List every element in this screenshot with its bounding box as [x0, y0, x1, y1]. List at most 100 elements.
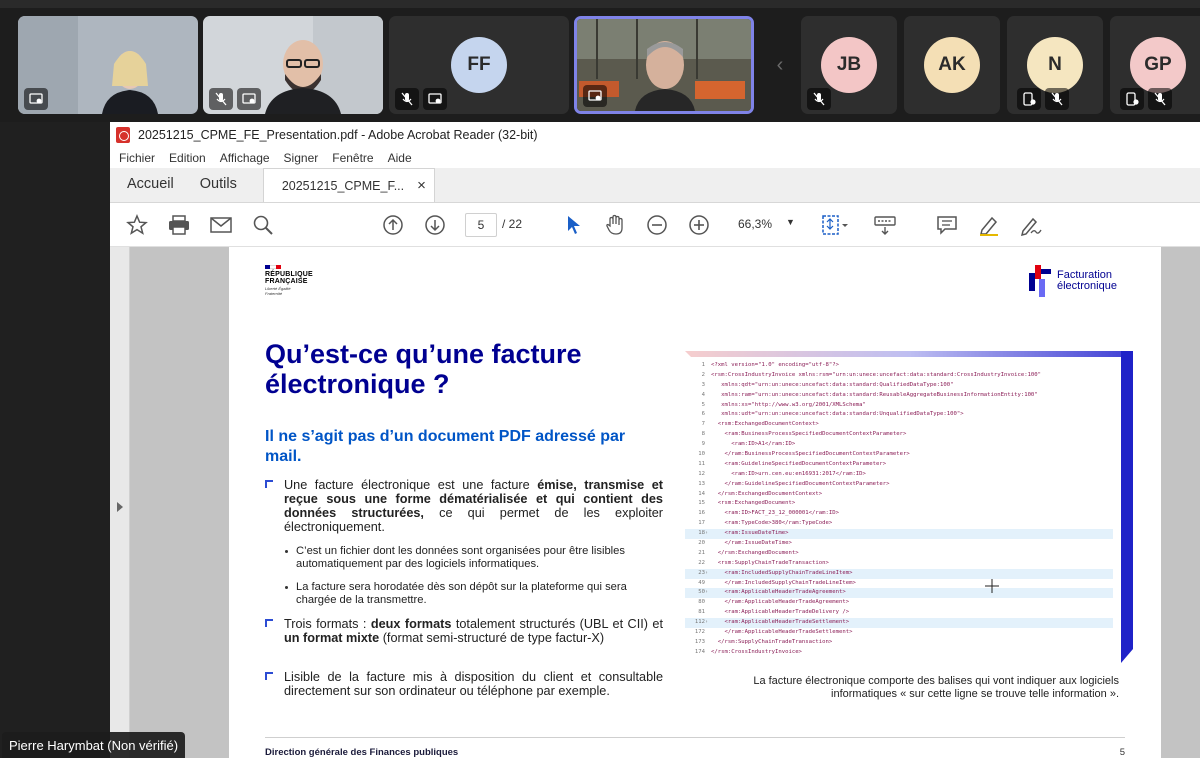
highlight-icon[interactable] — [976, 212, 1002, 238]
code-line-number: 10 — [698, 451, 705, 458]
code-line-number: 2 — [701, 371, 705, 378]
bullet3-text: Lisible de la facture mis à disposition … — [284, 670, 663, 698]
page-down-icon[interactable] — [422, 212, 448, 238]
fe-mark-icon — [1029, 265, 1051, 297]
slide-title: Qu’est-ce qu’une facture électronique ? — [265, 339, 582, 399]
chevron-down-icon[interactable]: ▼ — [786, 217, 795, 227]
participant-tile-n[interactable]: N — [1007, 16, 1103, 114]
code-line: 21 </rsm:ExchangedDocument> — [685, 549, 1113, 559]
participant-tile-jb[interactable]: JB — [801, 16, 897, 114]
menu-signer[interactable]: Signer — [284, 151, 319, 165]
collapse-arrow-icon: › — [705, 530, 709, 537]
code-line: 3 xmlns:qdt="urn:un:unece:uncefact:data:… — [685, 381, 1113, 391]
participant-tile-ak[interactable]: AK — [904, 16, 1000, 114]
menu-fenetre[interactable]: Fenêtre — [332, 151, 373, 165]
code-line-text: xmlns:qdt="urn:un:unece:uncefact:data:st… — [711, 381, 954, 388]
mic-muted-icon — [395, 88, 419, 110]
chevron-right-icon[interactable] — [117, 502, 123, 512]
crosshair-cursor-icon — [985, 579, 999, 593]
page-up-icon[interactable] — [380, 212, 406, 238]
code-line: 49 </ram:IncludedSupplyChainTradeLineIte… — [685, 579, 1113, 589]
code-line: 5 xmlns:xs="http://www.w3.org/2001/XMLSc… — [685, 401, 1113, 411]
code-line-number: 50 — [698, 589, 705, 596]
tab-accueil[interactable]: Accueil — [127, 176, 174, 202]
rf-motto: Liberté Égalité Fraternité — [265, 286, 291, 296]
acrobat-window: 20251215_CPME_FE_Presentation.pdf - Adob… — [110, 122, 1200, 758]
close-tab-icon[interactable]: × — [417, 177, 426, 194]
sub-bullet-2-text: La facture sera horodatée dès son dépôt … — [296, 581, 627, 606]
share-icon — [237, 88, 261, 110]
tab-outils[interactable]: Outils — [200, 176, 237, 202]
search-icon[interactable] — [250, 212, 276, 238]
sub-bullet-1-text: C’est un fichier dont les données sont o… — [296, 545, 625, 570]
code-line-number: 23 — [698, 569, 705, 576]
mic-muted-icon — [1045, 88, 1069, 110]
code-line-text: <rsm:CrossIndustryInvoice xmlns:rsm="urn… — [711, 371, 1042, 378]
collapse-arrow-icon: › — [705, 589, 709, 596]
star-icon[interactable] — [124, 212, 150, 238]
slide-subtitle: Il ne s’agit pas d’un document PDF adres… — [265, 428, 626, 465]
share-icon — [583, 85, 607, 107]
code-line-number: 17 — [698, 520, 705, 527]
rf-line1: RÉPUBLIQUE — [265, 271, 313, 278]
code-line-number: 21 — [698, 549, 705, 556]
code-line-text: <rsm:ExchangedDocumentContext> — [711, 421, 819, 428]
code-line-text: </rsm:ExchangedDocumentContext> — [711, 490, 823, 497]
mic-muted-icon — [807, 88, 831, 110]
code-line-number: 15 — [698, 500, 705, 507]
avatar: AK — [924, 37, 980, 93]
hand-tool-icon[interactable] — [602, 212, 628, 238]
code-line-number: 4 — [701, 391, 705, 398]
menu-fichier[interactable]: Fichier — [119, 151, 155, 165]
mail-icon[interactable] — [208, 212, 234, 238]
code-line-text: </ram:BusinessProcessSpecifiedDocumentCo… — [711, 451, 910, 458]
code-line: 13 </ram:GuidelineSpecifiedDocumentConte… — [685, 480, 1113, 490]
code-line-text: </ram:IssueDateTime> — [711, 540, 792, 547]
zoom-in-icon[interactable] — [686, 212, 712, 238]
avatar: FF — [451, 37, 507, 93]
code-line: 22 <rsm:SupplyChainTradeTransaction> — [685, 559, 1113, 569]
participant-tile-ff[interactable]: FF — [389, 16, 569, 114]
meeting-top-bar — [0, 0, 1200, 8]
fit-page-icon[interactable] — [820, 212, 850, 238]
code-line-text: <ram:ID>FACT_23_12_000001</ram:ID> — [711, 510, 839, 517]
menu-edition[interactable]: Edition — [169, 151, 206, 165]
rf-line2: FRANÇAISE — [265, 278, 308, 285]
code-line-text: </rsm:ExchangedDocument> — [711, 549, 799, 556]
code-line-text: </rsm:CrossIndustryInvoice> — [711, 648, 802, 655]
sign-icon[interactable] — [1018, 212, 1044, 238]
menu-aide[interactable]: Aide — [388, 151, 412, 165]
document-area: RÉPUBLIQUE FRANÇAISE Liberté Égalité Fra… — [110, 247, 1200, 758]
chevron-left-icon[interactable]: ‹ — [766, 16, 794, 114]
select-cursor-icon[interactable] — [562, 212, 586, 238]
acrobat-toolbar: 5 / 22 66,3% ▼ — [110, 203, 1200, 247]
code-line-text: xmlns:ram="urn:un:unece:uncefact:data:st… — [711, 391, 1038, 398]
code-line-text: <rsm:SupplyChainTradeTransaction> — [711, 559, 829, 566]
code-caption: La facture électronique comporte des bal… — [753, 675, 1119, 700]
bullet-definition: Une facture électronique est une facture… — [265, 478, 663, 534]
avatar: GP — [1130, 37, 1186, 93]
print-icon[interactable] — [166, 212, 192, 238]
zoom-level-select[interactable]: 66,3% — [738, 217, 772, 231]
page-number-input[interactable]: 5 — [465, 213, 497, 237]
sub-bullet-dot-icon — [285, 586, 288, 589]
keyboard-icon[interactable] — [872, 212, 898, 238]
code-line-text: </ram:ApplicableHeaderTradeAgreement> — [711, 599, 850, 606]
xml-code-sample: 1 <?xml version="1.0" encoding="utf-8"?> 2… — [685, 351, 1133, 663]
code-line-text: <?xml version="1.0" encoding="utf-8"?> — [711, 362, 839, 368]
participant-tile-video-2[interactable] — [203, 16, 383, 114]
participant-tile-speaker[interactable] — [574, 16, 754, 114]
comment-icon[interactable] — [934, 212, 960, 238]
code-line: 81 <ram:ApplicableHeaderTradeDelivery /> — [685, 608, 1113, 618]
menu-affichage[interactable]: Affichage — [220, 151, 270, 165]
participant-strip: FF ‹ JB AK N GP — [0, 0, 1200, 122]
left-panel-toggle[interactable] — [110, 247, 130, 758]
code-line: 20 </ram:IssueDateTime> — [685, 539, 1113, 549]
code-line-text: <ram:ID>urn.cen.eu:en16931:2017</ram:ID> — [711, 470, 866, 477]
participant-tile-video-1[interactable] — [18, 16, 198, 114]
code-line: 7 <rsm:ExchangedDocumentContext> — [685, 420, 1113, 430]
zoom-out-icon[interactable] — [644, 212, 670, 238]
tab-document[interactable]: 20251215_CPME_F... × — [262, 168, 435, 202]
code-line-text: </ram:IncludedSupplyChainTradeLineItem> — [711, 579, 856, 586]
participant-tile-gp[interactable]: GP — [1110, 16, 1200, 114]
